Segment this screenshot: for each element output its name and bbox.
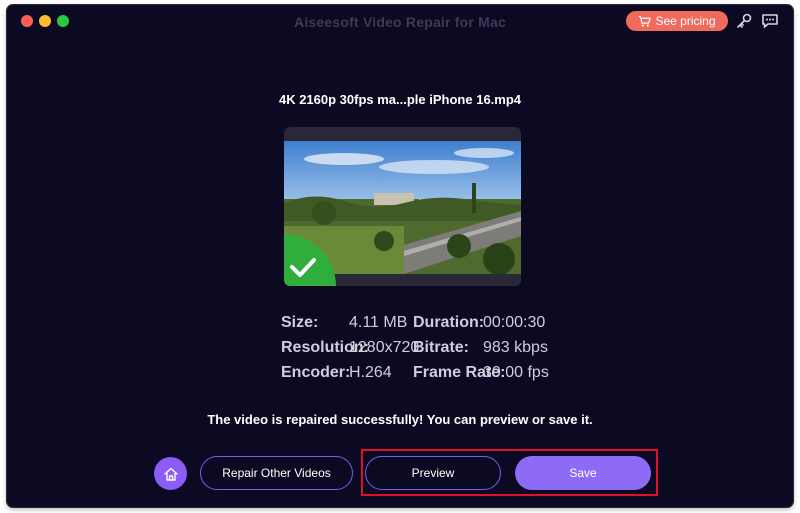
encoder-label: Encoder: (281, 364, 351, 381)
video-filename: 4K 2160p 30fps ma...ple iPhone 16.mp4 (278, 92, 522, 107)
repair-other-videos-button[interactable]: Repair Other Videos (200, 456, 353, 490)
resolution-value: 1280x720 (349, 339, 420, 356)
repaired-badge (284, 234, 336, 286)
size-label: Size: (281, 314, 319, 331)
cart-icon (639, 15, 652, 27)
bitrate-value: 983 kbps (483, 339, 548, 356)
title-bar: Aiseesoft Video Repair for Mac See prici… (7, 5, 793, 39)
duration-label: Duration: (413, 314, 485, 331)
video-thumbnail (284, 127, 521, 286)
framerate-value: 30.00 fps (483, 364, 549, 381)
encoder-value: H.264 (349, 364, 392, 381)
bitrate-label: Bitrate: (413, 339, 470, 356)
highlight-box (361, 449, 658, 496)
duration-value: 00:00:30 (483, 314, 546, 331)
home-button[interactable] (154, 457, 187, 490)
see-pricing-label: See pricing (655, 14, 716, 28)
app-window: Aiseesoft Video Repair for Mac See prici… (7, 5, 793, 507)
home-icon (163, 467, 178, 481)
success-message: The video is repaired successfully! You … (207, 412, 593, 427)
size-value: 4.11 MB (349, 314, 408, 331)
chat-icon[interactable] (761, 12, 779, 30)
key-icon[interactable] (735, 12, 753, 30)
see-pricing-button[interactable]: See pricing (626, 11, 728, 31)
